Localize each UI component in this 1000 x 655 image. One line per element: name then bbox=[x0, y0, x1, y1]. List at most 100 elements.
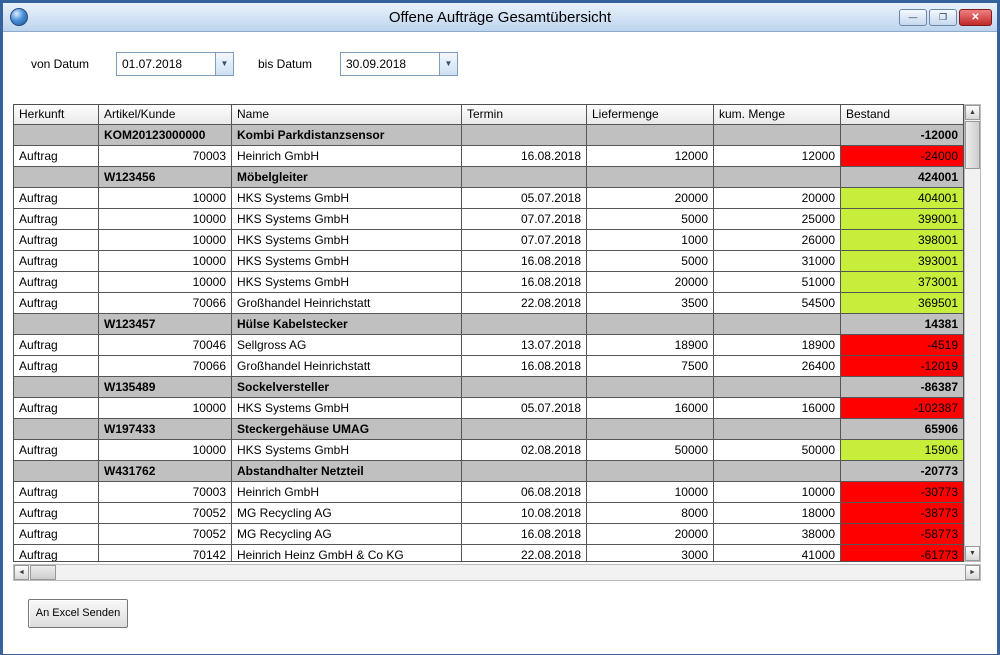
cell-bestand: 65906 bbox=[841, 419, 963, 440]
close-button[interactable]: ✕ bbox=[959, 8, 992, 26]
group-row[interactable]: W197433 Steckergehäuse UMAG 65906 bbox=[14, 419, 963, 440]
order-row[interactable]: Auftrag 70003 Heinrich GmbH 16.08.2018 12000… bbox=[14, 146, 963, 167]
order-row[interactable]: Auftrag 10000 HKS Systems GmbH 02.08.2018 50… bbox=[14, 440, 963, 461]
scroll-up-icon[interactable]: ▲ bbox=[965, 105, 980, 120]
cell-name: Heinrich GmbH bbox=[232, 146, 462, 167]
column-header-termin[interactable]: Termin bbox=[462, 105, 587, 125]
group-row[interactable]: W123457 Hülse Kabelstecker 14381 bbox=[14, 314, 963, 335]
order-row[interactable]: Auftrag 10000 HKS Systems GmbH 05.07.2018 20… bbox=[14, 188, 963, 209]
order-row[interactable]: Auftrag 10000 HKS Systems GmbH 07.07.2018 10… bbox=[14, 230, 963, 251]
cell-name: Hülse Kabelstecker bbox=[232, 314, 462, 335]
cell-name: Kombi Parkdistanzsensor bbox=[232, 125, 462, 146]
cell-herkunft bbox=[14, 167, 99, 188]
window-controls: — ❐ ✕ bbox=[899, 8, 992, 26]
scroll-right-icon[interactable]: ► bbox=[965, 565, 980, 580]
cell-bestand: -61773 bbox=[841, 545, 963, 561]
cell-bestand: -4519 bbox=[841, 335, 963, 356]
cell-artikel-kunde: 10000 bbox=[99, 188, 232, 209]
cell-herkunft: Auftrag bbox=[14, 398, 99, 419]
cell-artikel-kunde: 10000 bbox=[99, 209, 232, 230]
cell-herkunft: Auftrag bbox=[14, 356, 99, 377]
cell-termin: 05.07.2018 bbox=[462, 398, 587, 419]
order-row[interactable]: Auftrag 70046 Sellgross AG 13.07.2018 18900 1… bbox=[14, 335, 963, 356]
cell-herkunft bbox=[14, 125, 99, 146]
cell-name: MG Recycling AG bbox=[232, 524, 462, 545]
column-header-name[interactable]: Name bbox=[232, 105, 462, 125]
to-date-value[interactable]: 30.09.2018 bbox=[341, 53, 439, 75]
cell-name: HKS Systems GmbH bbox=[232, 188, 462, 209]
horizontal-scrollbar-thumb[interactable] bbox=[30, 565, 56, 580]
chevron-down-icon[interactable]: ▼ bbox=[439, 53, 457, 75]
cell-termin: 16.08.2018 bbox=[462, 146, 587, 167]
from-date-value[interactable]: 01.07.2018 bbox=[117, 53, 215, 75]
minimize-button[interactable]: — bbox=[899, 8, 927, 26]
cell-kum-menge: 18900 bbox=[714, 335, 841, 356]
cell-kum-menge bbox=[714, 125, 841, 146]
cell-bestand: -86387 bbox=[841, 377, 963, 398]
order-row[interactable]: Auftrag 70142 Heinrich Heinz GmbH & Co KG 2… bbox=[14, 545, 963, 561]
cell-kum-menge: 38000 bbox=[714, 524, 841, 545]
order-row[interactable]: Auftrag 70003 Heinrich GmbH 06.08.2018 10000… bbox=[14, 482, 963, 503]
order-row[interactable]: Auftrag 10000 HKS Systems GmbH 07.07.2018 50… bbox=[14, 209, 963, 230]
group-row[interactable]: KOM20123000000 Kombi Parkdistanzsensor -12… bbox=[14, 125, 963, 146]
cell-liefermenge: 3000 bbox=[587, 545, 714, 561]
cell-bestand: -12019 bbox=[841, 356, 963, 377]
group-row[interactable]: W123456 Möbelgleiter 424001 bbox=[14, 167, 963, 188]
cell-bestand: 424001 bbox=[841, 167, 963, 188]
cell-kum-menge bbox=[714, 167, 841, 188]
maximize-button[interactable]: ❐ bbox=[929, 8, 957, 26]
cell-kum-menge: 10000 bbox=[714, 482, 841, 503]
vertical-scrollbar-thumb[interactable] bbox=[965, 121, 980, 169]
send-to-excel-button[interactable]: An Excel Senden bbox=[28, 599, 128, 628]
cell-liefermenge bbox=[587, 461, 714, 482]
group-row[interactable]: W431762 Abstandhalter Netzteil -20773 bbox=[14, 461, 963, 482]
cell-termin: 16.08.2018 bbox=[462, 272, 587, 293]
app-icon[interactable] bbox=[10, 8, 28, 26]
cell-bestand: -24000 bbox=[841, 146, 963, 167]
cell-bestand: -12000 bbox=[841, 125, 963, 146]
cell-artikel-kunde: W431762 bbox=[99, 461, 232, 482]
column-header-bestand[interactable]: Bestand bbox=[841, 105, 963, 125]
cell-termin: 06.08.2018 bbox=[462, 482, 587, 503]
vertical-scrollbar[interactable]: ▲ ▼ bbox=[964, 104, 981, 562]
cell-liefermenge bbox=[587, 314, 714, 335]
scroll-down-icon[interactable]: ▼ bbox=[965, 546, 980, 561]
cell-artikel-kunde: KOM20123000000 bbox=[99, 125, 232, 146]
cell-termin: 16.08.2018 bbox=[462, 356, 587, 377]
order-row[interactable]: Auftrag 10000 HKS Systems GmbH 05.07.2018 16… bbox=[14, 398, 963, 419]
cell-name: Abstandhalter Netzteil bbox=[232, 461, 462, 482]
order-row[interactable]: Auftrag 10000 HKS Systems GmbH 16.08.2018 50… bbox=[14, 251, 963, 272]
cell-liefermenge: 8000 bbox=[587, 503, 714, 524]
cell-liefermenge: 3500 bbox=[587, 293, 714, 314]
from-date-combobox[interactable]: 01.07.2018 ▼ bbox=[116, 52, 234, 76]
column-header-liefermenge[interactable]: Liefermenge bbox=[587, 105, 714, 125]
cell-herkunft bbox=[14, 377, 99, 398]
column-header-kum-menge[interactable]: kum. Menge bbox=[714, 105, 841, 125]
horizontal-scrollbar[interactable]: ◄ ► bbox=[13, 564, 981, 581]
window: Offene Aufträge Gesamtübersicht — ❐ ✕ vo… bbox=[0, 0, 1000, 655]
cell-kum-menge: 50000 bbox=[714, 440, 841, 461]
cell-termin: 10.08.2018 bbox=[462, 503, 587, 524]
cell-liefermenge: 5000 bbox=[587, 209, 714, 230]
order-row[interactable]: Auftrag 70066 Großhandel Heinrichstatt 16.0… bbox=[14, 356, 963, 377]
column-header-herkunft[interactable]: Herkunft bbox=[14, 105, 99, 125]
cell-bestand: -30773 bbox=[841, 482, 963, 503]
cell-termin bbox=[462, 167, 587, 188]
cell-termin: 22.08.2018 bbox=[462, 293, 587, 314]
order-row[interactable]: Auftrag 70052 MG Recycling AG 10.08.2018 800… bbox=[14, 503, 963, 524]
chevron-down-icon[interactable]: ▼ bbox=[215, 53, 233, 75]
order-row[interactable]: Auftrag 70066 Großhandel Heinrichstatt 22.0… bbox=[14, 293, 963, 314]
cell-termin: 22.08.2018 bbox=[462, 545, 587, 561]
cell-kum-menge bbox=[714, 377, 841, 398]
order-row[interactable]: Auftrag 10000 HKS Systems GmbH 16.08.2018 20… bbox=[14, 272, 963, 293]
cell-liefermenge: 10000 bbox=[587, 482, 714, 503]
column-header-artikel-kunde[interactable]: Artikel/Kunde bbox=[99, 105, 232, 125]
group-row[interactable]: W135489 Sockelversteller -86387 bbox=[14, 377, 963, 398]
scroll-left-icon[interactable]: ◄ bbox=[14, 565, 29, 580]
order-row[interactable]: Auftrag 70052 MG Recycling AG 16.08.2018 200… bbox=[14, 524, 963, 545]
cell-termin: 05.07.2018 bbox=[462, 188, 587, 209]
cell-name: Großhandel Heinrichstatt bbox=[232, 356, 462, 377]
to-date-combobox[interactable]: 30.09.2018 ▼ bbox=[340, 52, 458, 76]
cell-bestand: 15906 bbox=[841, 440, 963, 461]
cell-bestand: -102387 bbox=[841, 398, 963, 419]
